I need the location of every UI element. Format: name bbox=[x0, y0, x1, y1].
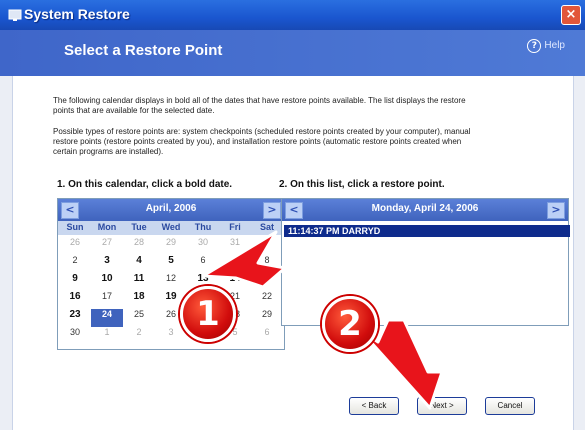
callout-badge-2: 2 bbox=[322, 296, 378, 352]
callout-arrows bbox=[201, 230, 444, 410]
arrow-1-icon bbox=[201, 230, 287, 289]
callout-badge-1: 1 bbox=[180, 286, 236, 342]
system-restore-window: System Restore × Select a Restore Point … bbox=[0, 0, 585, 430]
